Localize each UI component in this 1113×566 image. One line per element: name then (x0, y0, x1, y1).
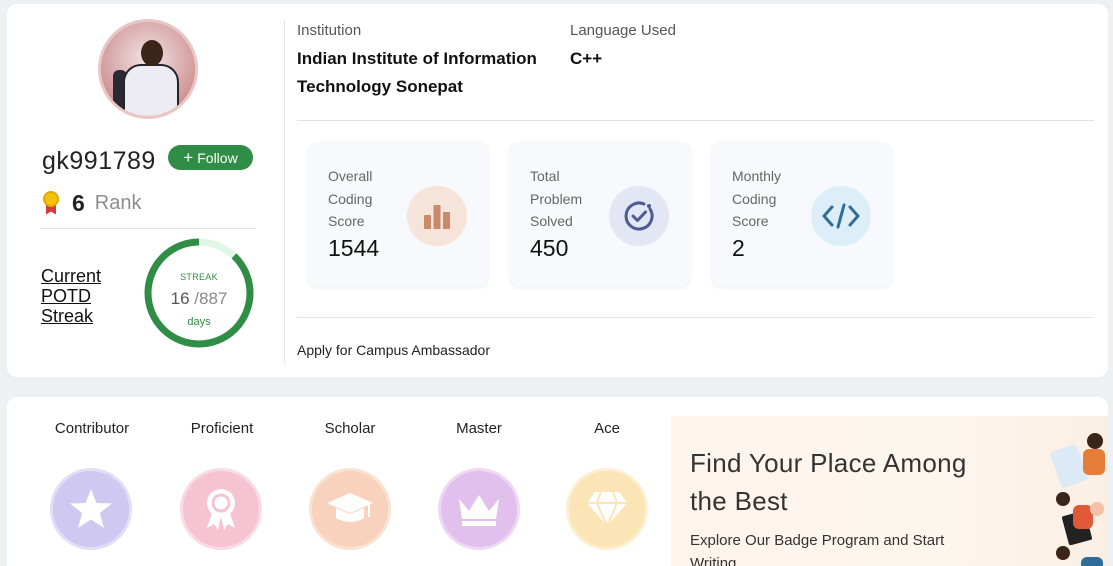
institution-line: Indian Institute of Information (297, 49, 537, 68)
potd-label-line: Streak (41, 306, 94, 326)
follow-button[interactable]: + Follow (168, 145, 253, 170)
institution-label: Institution (297, 22, 362, 39)
graduation-cap-icon[interactable] (309, 468, 391, 550)
badge-name-ace: Ace (594, 420, 620, 437)
streak-title: STREAK (180, 272, 218, 282)
institution-value: Indian Institute of Information Technolo… (297, 45, 537, 101)
plus-icon: + (183, 148, 194, 167)
rank-value: 6 (72, 190, 85, 216)
crown-icon[interactable] (438, 468, 520, 550)
follow-label: Follow (197, 149, 238, 166)
rank-label: Rank (94, 192, 142, 214)
divider (297, 120, 1094, 121)
username: gk991789 (42, 147, 156, 175)
check-circle-icon (609, 186, 669, 246)
streak-current: 16 (170, 289, 190, 308)
star-icon[interactable] (50, 468, 132, 550)
divider (297, 317, 1094, 318)
stat-label: Monthly Coding Score (732, 168, 782, 229)
avatar (98, 19, 198, 119)
divider (41, 228, 255, 229)
language-value: C++ (570, 49, 603, 68)
badge-program-banner[interactable]: Find Your Place Among the Best Explore O… (671, 416, 1108, 566)
institution-line: Technology Sonepat (297, 77, 463, 96)
code-icon (811, 186, 871, 246)
badge-name-proficient: Proficient (190, 420, 254, 437)
stat-label: Total Problem Solved (530, 168, 583, 229)
stat-value: 1544 (328, 235, 380, 261)
stat-card-coding-score: Overall Coding Score 1544 (308, 142, 488, 287)
stat-card-problems-solved: Total Problem Solved 450 (510, 142, 690, 287)
stat-label: Overall Coding Score (328, 168, 373, 229)
potd-label-line: POTD (41, 286, 92, 306)
potd-label-line: Current (41, 266, 102, 286)
language-label: Language Used (570, 22, 676, 39)
people-reading-illustration (1050, 433, 1105, 566)
streak-counter: STREAK 16 /887 days (143, 237, 255, 349)
banner-title: Find Your Place Among the Best (690, 448, 967, 516)
stat-card-monthly-score: Monthly Coding Score 2 (712, 142, 892, 287)
diamond-icon[interactable] (566, 468, 648, 550)
rosette-icon[interactable] (180, 468, 262, 550)
stat-value: 2 (732, 235, 745, 261)
medal-icon (41, 190, 61, 217)
badge-card: Contributor Proficient Scholar Master Ac… (7, 397, 1108, 566)
profile-card: gk991789 + Follow 6 Rank Current POTD St… (7, 4, 1108, 377)
streak-count: 16 /887 (143, 289, 255, 309)
banner-subtitle: Explore Our Badge Program and Start Writ… (690, 532, 945, 566)
streak-unit: days (187, 316, 211, 328)
stat-value: 450 (530, 235, 569, 261)
streak-max: /887 (194, 289, 228, 308)
campus-ambassador-link[interactable]: Apply for Campus Ambassador (297, 342, 490, 358)
potd-streak-link[interactable]: Current POTD Streak (41, 266, 101, 326)
badge-name-master: Master (456, 420, 502, 437)
vertical-divider (284, 20, 285, 363)
rank-row: 6 Rank (41, 190, 142, 217)
bar-chart-icon (407, 186, 467, 246)
badge-name-contributor: Contributor (54, 420, 130, 437)
badge-name-scholar: Scholar (324, 420, 376, 437)
